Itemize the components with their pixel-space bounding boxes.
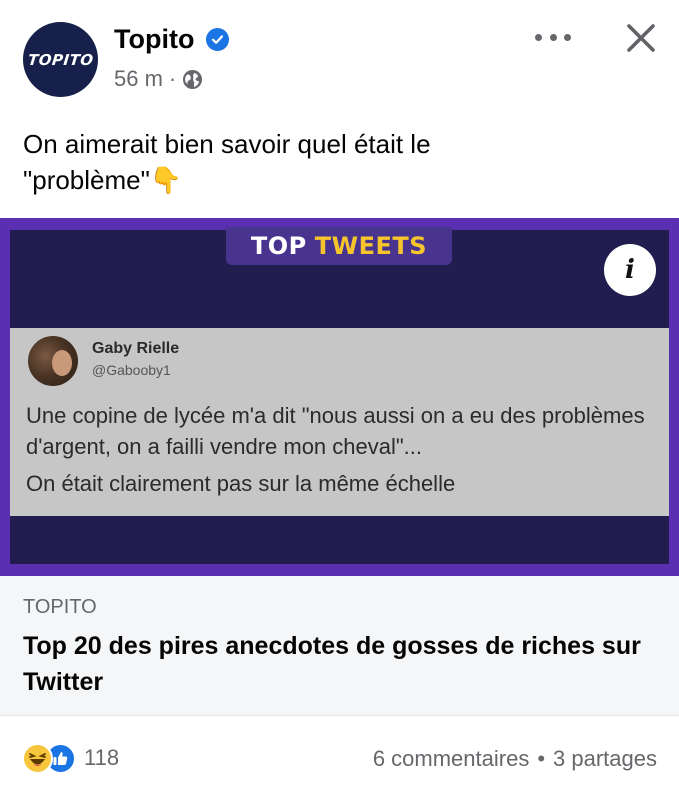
post-stats: 6 commentaires • 3 partages (373, 746, 657, 772)
avatar-logo-text: TOPITO (26, 50, 95, 69)
stats-separator: • (537, 746, 546, 771)
shares-count[interactable]: 3 partages (553, 746, 657, 772)
banner-tweets-text: TWEETS (314, 232, 428, 260)
top-tweets-banner: TOP TWEETS (226, 227, 452, 265)
page-name[interactable]: Topito (114, 24, 194, 55)
post-footer: 118 6 commentaires • 3 partages (0, 716, 679, 800)
tweet-author-name: Gaby Rielle (92, 340, 180, 357)
tweet-card: Gaby Rielle @Gabooby1 Une copine de lycé… (10, 328, 669, 516)
reactions-summary[interactable]: 118 (22, 742, 119, 774)
close-icon[interactable] (624, 21, 658, 55)
info-icon[interactable]: i (604, 244, 656, 296)
post-time[interactable]: 56 m (114, 66, 163, 92)
link-source: TOPITO (23, 596, 97, 618)
verified-badge-icon (206, 28, 229, 51)
post-image[interactable]: TOP TWEETS i Gaby Rielle @Gabooby1 Une c… (0, 218, 679, 576)
reaction-count: 118 (84, 745, 120, 770)
post-message-line-1: On aimerait bien savoir quel était le (23, 129, 431, 159)
more-options-icon[interactable] (535, 26, 571, 48)
link-title[interactable]: Top 20 des pires anecdotes de gosses de … (23, 628, 653, 700)
image-canvas: TOP TWEETS i Gaby Rielle @Gabooby1 Une c… (10, 227, 669, 564)
post-header: TOPITO Topito 56 m · (0, 0, 679, 110)
banner-top-text: TOP (250, 232, 307, 260)
post-meta: 56 m · (114, 66, 203, 92)
post-message-line-2: "problème"👇 (23, 165, 183, 195)
tweet-text: Une copine de lycée m'a dit "nous aussi … (26, 400, 656, 499)
tweet-text-paragraph-1: Une copine de lycée m'a dit "nous aussi … (26, 403, 645, 459)
tweet-avatar (28, 336, 78, 386)
post-message: On aimerait bien savoir quel était le "p… (23, 126, 623, 198)
globe-icon[interactable] (182, 69, 203, 90)
tweet-author-handle: @Gabooby1 (92, 362, 171, 378)
haha-reaction-icon (22, 742, 53, 774)
link-preview[interactable]: TOPITO Top 20 des pires anecdotes de gos… (0, 576, 679, 716)
meta-separator: · (168, 66, 177, 91)
page-avatar[interactable]: TOPITO (23, 22, 98, 97)
tweet-text-paragraph-2: On était clairement pas sur la même éche… (26, 471, 456, 496)
comments-count[interactable]: 6 commentaires (373, 746, 530, 772)
